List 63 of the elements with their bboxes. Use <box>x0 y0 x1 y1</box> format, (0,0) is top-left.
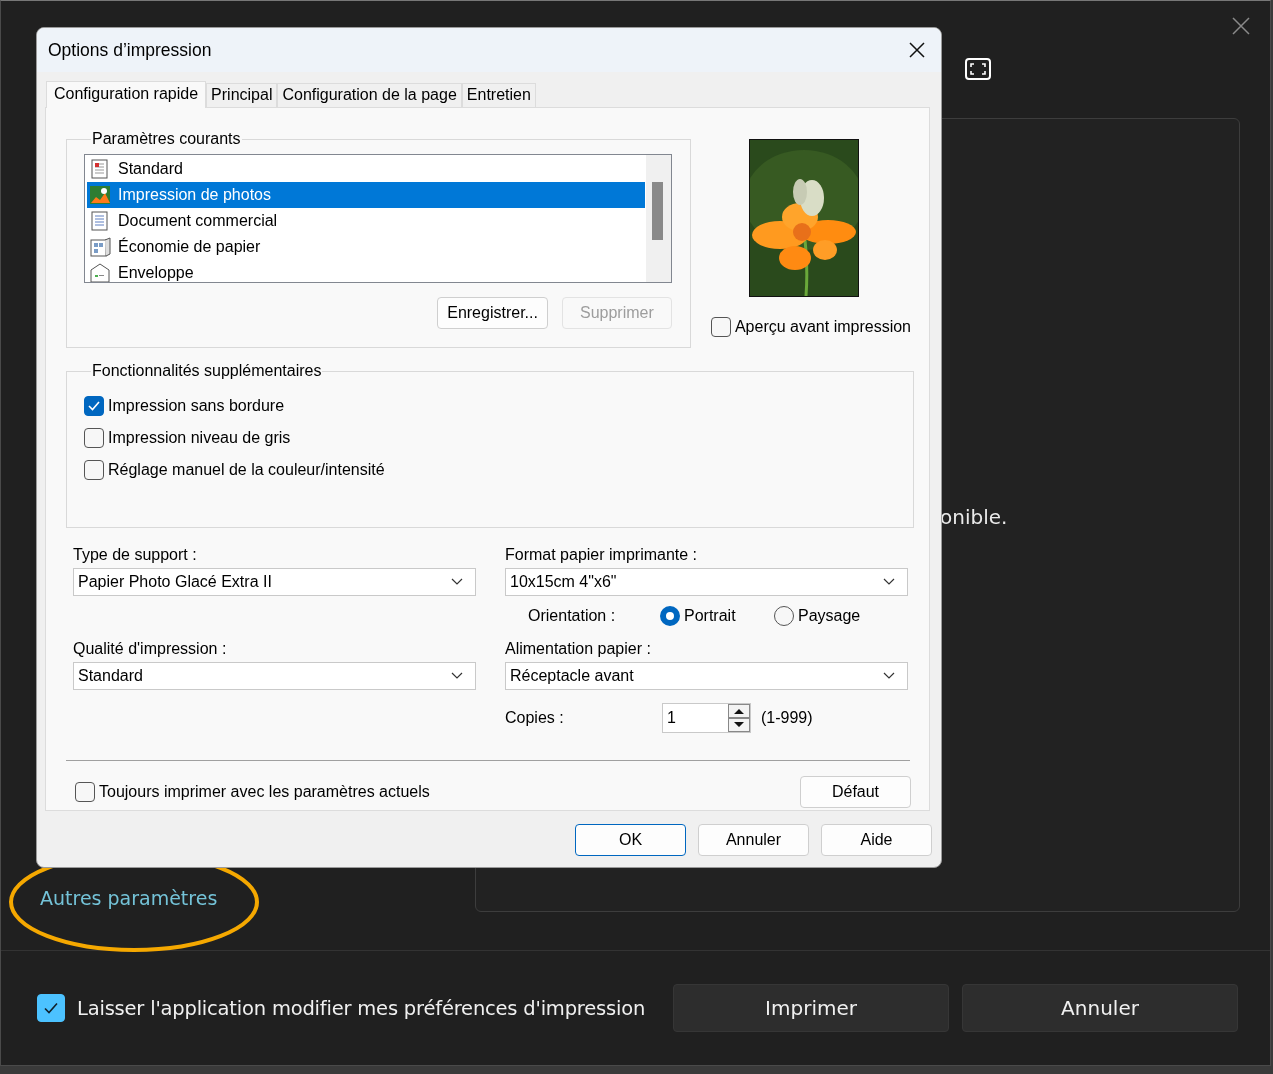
spin-arrows-icon[interactable] <box>728 704 750 732</box>
scrollbar[interactable] <box>645 155 671 282</box>
help-button[interactable]: Aide <box>821 824 932 856</box>
pages-icon <box>89 237 111 257</box>
print-button[interactable]: Imprimer <box>673 984 950 1032</box>
preset-item[interactable]: Impression de photos <box>87 182 645 208</box>
radio-button[interactable] <box>660 606 680 626</box>
field-label: Alimentation papier : <box>505 639 652 659</box>
close-icon[interactable] <box>909 42 925 58</box>
radio-label: Portrait <box>684 607 736 625</box>
tab[interactable]: Entretien <box>461 83 536 107</box>
preset-item[interactable]: Document commercial <box>87 208 645 234</box>
tab[interactable]: Principal <box>206 83 278 107</box>
more-settings-link[interactable]: Autres paramètres <box>40 886 218 910</box>
field-label: Qualité d'impression : <box>73 639 228 659</box>
checkbox-label: Réglage manuel de la couleur/intensité <box>108 461 385 479</box>
field-label: Format papier imprimante : <box>505 545 699 565</box>
radio-button[interactable] <box>774 606 794 626</box>
default-button[interactable]: Défaut <box>800 776 911 808</box>
preset-item[interactable]: Enveloppe <box>87 260 645 282</box>
check-icon <box>43 1000 59 1016</box>
ok-button[interactable]: OK <box>575 824 686 856</box>
document-icon <box>89 159 111 179</box>
checkbox[interactable] <box>84 428 104 448</box>
checkbox-label: Impression sans bordure <box>108 397 285 415</box>
check-icon <box>87 399 101 413</box>
save-button[interactable]: Enregistrer... <box>437 297 548 329</box>
preset-item[interactable]: Standard <box>87 156 645 182</box>
quality-dropdown[interactable]: Standard <box>73 662 476 690</box>
group-label: Paramètres courants <box>91 130 242 148</box>
document-icon <box>89 211 111 231</box>
checkbox[interactable] <box>84 460 104 480</box>
cancel-button[interactable]: Annuler <box>698 824 809 856</box>
group-label: Fonctionnalités supplémentaires <box>91 362 323 380</box>
radio-label: Paysage <box>798 607 861 625</box>
field-label: Copies : <box>505 709 565 727</box>
field-label: Orientation : <box>528 607 617 625</box>
caret-icon <box>883 672 895 680</box>
caret-icon <box>451 578 463 586</box>
cancel-button[interactable]: Annuler <box>962 984 1238 1032</box>
caret-icon <box>451 672 463 680</box>
checkbox[interactable] <box>75 782 95 802</box>
tab[interactable]: Configuration de la page <box>277 83 462 107</box>
dialog-title: Options d’impression <box>48 39 212 61</box>
field-label: Type de support : <box>73 545 198 565</box>
photo-icon <box>89 185 111 205</box>
checkbox-label: Impression niveau de gris <box>108 429 291 447</box>
copies-range: (1-999) <box>761 709 813 727</box>
media-type-dropdown[interactable]: Papier Photo Glacé Extra II <box>73 568 476 596</box>
tab[interactable]: Configuration rapide <box>46 81 207 108</box>
checkbox[interactable] <box>84 396 104 416</box>
preview-message: onible. <box>940 505 1008 529</box>
preset-item[interactable]: Économie de papier <box>87 234 645 260</box>
checkbox-label: Toujours imprimer avec les paramètres actuels <box>99 783 430 801</box>
checkbox-label: Aperçu avant impression <box>734 318 911 336</box>
paper-size-dropdown[interactable]: 10x15cm 4"x6" <box>505 568 908 596</box>
checkbox-label: Laisser l'application modifier mes préférences d'impression <box>77 996 646 1020</box>
checkbox[interactable] <box>710 317 731 337</box>
fullscreen-icon[interactable] <box>965 58 991 80</box>
caret-icon <box>883 578 895 586</box>
paper-source-dropdown[interactable]: Réceptacle avant <box>505 662 908 690</box>
copies-spinbox[interactable]: 1 <box>662 703 751 733</box>
checkbox[interactable] <box>37 994 65 1022</box>
